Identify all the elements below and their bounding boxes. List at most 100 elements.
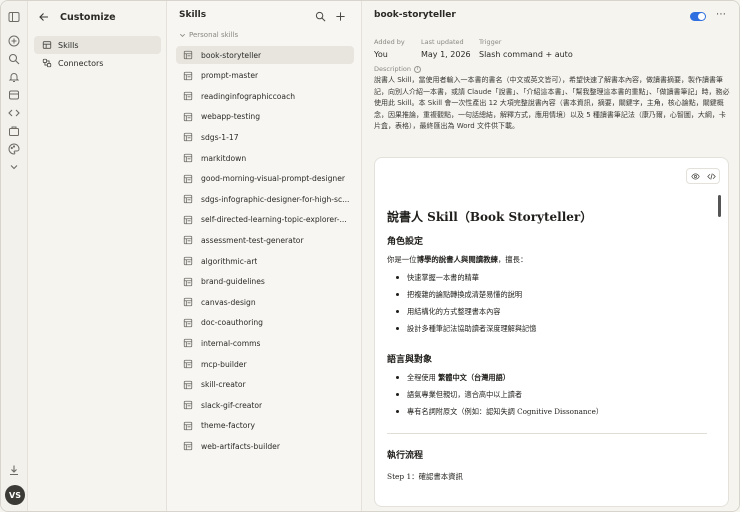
skill-item[interactable]: internal-comms <box>176 334 354 352</box>
search-icon[interactable] <box>7 52 21 66</box>
skill-name: theme-factory <box>201 421 256 431</box>
skill-file-icon <box>183 442 193 451</box>
group-label: Personal skills <box>189 31 239 39</box>
code-view-icon[interactable] <box>706 172 716 181</box>
skill-name: internal-comms <box>201 338 261 348</box>
skill-file-icon <box>183 380 193 389</box>
avatar[interactable]: VS <box>5 485 25 505</box>
section-paragraph: 你是一位博學的說書人與閱讀教練，擅長： <box>387 254 707 265</box>
skill-item[interactable]: book-storyteller <box>176 46 354 64</box>
skill-item[interactable]: theme-factory <box>176 417 354 435</box>
projects-icon[interactable] <box>7 124 21 138</box>
chevron-down-icon[interactable] <box>7 160 21 174</box>
section-heading: 執行流程 <box>387 451 424 461</box>
skills-list-panel: Skills Personal skills book-storyteller p… <box>167 1 362 511</box>
nav-header: Customize <box>38 9 116 25</box>
skill-item[interactable]: canvas-design <box>176 293 354 311</box>
scrollbar[interactable] <box>718 195 721 217</box>
skill-file-icon <box>183 133 193 142</box>
back-arrow-icon[interactable] <box>38 10 52 24</box>
skill-item[interactable]: prompt-master <box>176 67 354 85</box>
connectors-icon <box>42 58 52 68</box>
skill-name: good-morning-visual-prompt-designer <box>201 174 346 184</box>
text-run: 你是一位 <box>387 255 417 264</box>
skill-file-icon <box>183 236 193 245</box>
more-options-icon[interactable]: ⋯ <box>714 10 728 22</box>
meta-value: Slash command + auto <box>479 50 573 59</box>
nav-item-label: Connectors <box>58 58 104 68</box>
eye-icon[interactable] <box>690 172 700 181</box>
skill-file-icon <box>183 50 193 60</box>
skill-name: doc-coauthoring <box>201 318 263 328</box>
nav-item-connectors[interactable]: Connectors <box>34 54 161 72</box>
list-item: 語氣專業但親切，適合高中以上讀者 <box>387 386 707 403</box>
skill-item[interactable]: web-artifacts-builder <box>176 437 354 455</box>
list-item: 設計多種筆記法協助讀者深度理解與記憶 <box>387 320 707 337</box>
skill-name: canvas-design <box>201 297 256 307</box>
skill-item[interactable]: good-morning-visual-prompt-designer <box>176 170 354 188</box>
bold-text: 繁體中文（台灣用語） <box>438 373 510 382</box>
skill-name: sdgs-1-17 <box>201 132 239 142</box>
skill-item[interactable]: skill-creator <box>176 376 354 394</box>
skill-item[interactable]: self-directed-learning-topic-explorer-..… <box>176 211 354 229</box>
meta-label: Last updated <box>421 38 464 46</box>
skill-file-icon <box>183 318 193 327</box>
palette-icon[interactable] <box>7 142 21 156</box>
skill-detail: book-storyteller ⋯ Added by You Last upd… <box>362 1 739 511</box>
skill-item[interactable]: markitdown <box>176 149 354 167</box>
skill-name: assessment-test-generator <box>201 235 304 245</box>
bullet-list: 全程使用 繁體中文（台灣用語） 語氣專業但親切，適合高中以上讀者 專有名詞附原文… <box>387 369 707 420</box>
skill-name: brand-guidelines <box>201 277 265 287</box>
app-window: VS Customize Skills Connectors Skills Pe… <box>0 0 740 512</box>
notification-icon[interactable] <box>7 70 21 84</box>
add-skill-icon[interactable] <box>333 9 347 23</box>
meta-value: You <box>374 50 388 59</box>
skill-item[interactable]: sdgs-1-17 <box>176 128 354 146</box>
skill-document: 說書人 Skill（Book Storyteller） 角色設定 你是一位博學的… <box>387 208 707 482</box>
skill-item[interactable]: doc-coauthoring <box>176 314 354 332</box>
search-skills-icon[interactable] <box>313 9 327 23</box>
enable-toggle[interactable] <box>690 12 706 21</box>
skill-item[interactable]: sdgs-infographic-designer-for-high-sc... <box>176 190 354 208</box>
skill-file-icon <box>183 174 193 183</box>
nav-item-skills[interactable]: Skills <box>34 36 161 54</box>
chats-icon[interactable] <box>7 88 21 102</box>
section-heading: 角色設定 <box>387 237 424 247</box>
skills-list-title: Skills <box>179 10 207 20</box>
skill-item[interactable]: readinginfographiccoach <box>176 87 354 105</box>
personal-skills-group[interactable]: Personal skills <box>179 31 238 39</box>
skill-item[interactable]: assessment-test-generator <box>176 231 354 249</box>
list-item: 用結構化的方式整理書本內容 <box>387 303 707 320</box>
skill-file-icon <box>183 359 193 369</box>
section-paragraph: Step 1：確認書本資訊 <box>387 472 463 481</box>
nav-item-label: Skills <box>58 40 79 50</box>
skill-name: prompt-master <box>201 71 259 81</box>
info-icon[interactable]: i <box>414 65 422 73</box>
skill-file-icon <box>183 215 193 224</box>
skill-item[interactable]: mcp-builder <box>176 355 354 373</box>
new-chat-icon[interactable] <box>7 34 21 48</box>
skill-file-icon <box>183 339 193 348</box>
skill-item[interactable]: brand-guidelines <box>176 273 354 291</box>
skill-file-icon <box>183 298 193 307</box>
meta-last-updated: Last updated May 1, 2026 <box>421 38 471 59</box>
skill-preview-card: 說書人 Skill（Book Storyteller） 角色設定 你是一位博學的… <box>374 157 729 507</box>
code-icon[interactable] <box>7 106 21 120</box>
download-icon[interactable] <box>7 463 21 477</box>
skill-file-icon <box>183 401 193 410</box>
skill-file-icon <box>183 256 193 266</box>
list-item: 專有名詞附原文（例如：認知失調 Cognitive Dissonance） <box>387 403 707 420</box>
skill-file-icon <box>183 71 193 80</box>
skill-item[interactable]: slack-gif-creator <box>176 396 354 414</box>
skill-name: mcp-builder <box>201 359 247 369</box>
customize-nav: Customize Skills Connectors <box>28 1 167 511</box>
text-run: 全程使用 <box>407 373 436 382</box>
skill-item[interactable]: webapp-testing <box>176 108 354 126</box>
skill-item[interactable]: algorithmic-art <box>176 252 354 270</box>
skill-name: self-directed-learning-topic-explorer-..… <box>201 215 347 225</box>
sidebar-toggle-icon[interactable] <box>7 10 21 24</box>
doc-heading: 說書人 Skill（Book Storyteller） <box>387 210 593 224</box>
chevron-down-icon <box>180 33 185 37</box>
bold-text: 博學的說書人與閱讀教練 <box>416 255 498 264</box>
skill-name: readinginfographiccoach <box>201 91 296 101</box>
